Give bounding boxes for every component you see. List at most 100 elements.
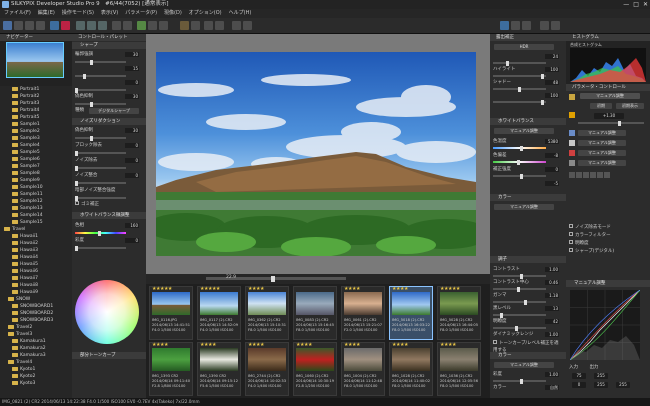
folder-item[interactable]: SNOW <box>0 296 72 303</box>
thumbnail-image[interactable] <box>152 348 190 371</box>
copy-param-icon[interactable] <box>511 21 520 30</box>
slider-knob[interactable] <box>519 145 523 151</box>
folder-item[interactable]: Hawaii4 <box>0 254 72 261</box>
folder-item[interactable]: Kamakura1 <box>0 338 72 345</box>
param-row-4[interactable]: マニュアル調整 <box>578 160 626 166</box>
tone-curve-graph[interactable] <box>570 290 640 360</box>
exposure-slider-1[interactable] <box>493 60 546 66</box>
folder-item[interactable]: Travel <box>0 226 72 233</box>
hue-slider[interactable] <box>75 230 126 236</box>
curve-input-value[interactable]: 75 <box>572 373 586 379</box>
slider-knob[interactable] <box>75 195 78 201</box>
view-single-icon[interactable] <box>76 21 85 30</box>
folder-item[interactable]: Kyoto3 <box>0 380 72 387</box>
check-row-2[interactable]: カラーフィルター <box>569 232 647 239</box>
check-row-3[interactable]: 明瞭度 <box>569 240 647 247</box>
thumbnail-item[interactable]: ★★★★ IMG_1393 CR2 2014/06/14 09:11:40 F2.8 … <box>149 342 193 396</box>
menu-edit[interactable]: 編集(E) <box>38 9 55 18</box>
slider-knob[interactable] <box>540 73 544 79</box>
folder-item[interactable]: Sample11 <box>0 191 72 198</box>
slider-knob[interactable] <box>519 378 523 384</box>
folder-item[interactable]: SNOWBOARD3 <box>0 317 72 324</box>
folder-item[interactable]: Portrait1 <box>0 86 72 93</box>
slider-knob[interactable] <box>517 159 521 165</box>
thumbnail-item[interactable]: ★★★★★ IMG_5028 (2).CR2 2014/06/13 16:44:05… <box>437 286 481 340</box>
tone-section[interactable]: 調子 <box>490 256 566 263</box>
exposure-icon[interactable] <box>569 112 575 118</box>
folder-item[interactable]: Kamakura3 <box>0 352 72 359</box>
slider-knob[interactable] <box>75 87 78 93</box>
open-folder-icon[interactable] <box>3 21 12 30</box>
contrast-center-slider[interactable] <box>493 286 546 292</box>
folder-item[interactable]: Hawaii2 <box>0 240 72 247</box>
curve-val-1[interactable]: 0 <box>572 382 586 388</box>
thumbnail-image[interactable] <box>392 292 430 315</box>
slider-knob[interactable] <box>505 60 509 66</box>
checkbox[interactable] <box>493 340 497 344</box>
tint-slider[interactable] <box>493 159 546 165</box>
folder-item[interactable]: Sample13 <box>0 205 72 212</box>
thumbnail-item[interactable]: ★★★★ IMG_1004 (2).CR2 2014/06/14 11:12:48 F… <box>341 342 385 396</box>
temperature-slider[interactable] <box>493 145 546 151</box>
zoom-out-icon[interactable] <box>215 21 224 30</box>
contrast-slider[interactable] <box>493 273 546 279</box>
noise-slider-4[interactable] <box>75 180 126 186</box>
folder-item[interactable]: Hawaii7 <box>0 275 72 282</box>
exposure-value[interactable]: +1.30 <box>594 113 624 119</box>
thumbnail-item[interactable]: ★★★★ IMG_5018 (2).CR2 2014/06/13 16:03:22 F… <box>389 286 433 340</box>
slider-knob[interactable] <box>519 273 523 279</box>
maximize-button[interactable]: □ <box>633 0 639 9</box>
menu-mode[interactable]: 操作モード(S) <box>62 9 94 18</box>
dust-check-row[interactable]: ゴミ補正 <box>75 201 143 208</box>
crop-icon[interactable] <box>137 21 146 30</box>
sharp-slider-1[interactable] <box>75 59 126 65</box>
folder-item[interactable]: Portrait3 <box>0 100 72 107</box>
noise-mode-row[interactable]: 暗部ノイズ整合強度 <box>75 187 143 194</box>
menu-parameter[interactable]: パラメータ(P) <box>125 9 157 18</box>
thumbnail-item[interactable]: ★★★★ IMG_0362 (2).CR2 2014/06/13 15:10:31 F… <box>245 286 289 340</box>
tone-curve-check-row[interactable]: トーンカーブ/レベル補正を適用する <box>493 340 563 353</box>
rotate-left-icon[interactable] <box>112 21 121 30</box>
folder-item[interactable]: SNOWBOARD2 <box>0 310 72 317</box>
folder-item[interactable]: Sample1 <box>0 121 72 128</box>
checkbox[interactable] <box>569 232 573 236</box>
folder-item[interactable]: Sample6 <box>0 156 72 163</box>
thumbnail-image[interactable] <box>440 348 478 371</box>
sharp-slider-4[interactable] <box>75 101 126 107</box>
wb-fine-section[interactable]: ホワイトバランス微調整 <box>72 212 146 219</box>
gamma-slider[interactable] <box>493 299 546 305</box>
folder-item[interactable]: Hawaii8 <box>0 282 72 289</box>
folder-item[interactable]: Sample10 <box>0 184 72 191</box>
folder-item[interactable]: Travel2 <box>0 324 72 331</box>
grid-toggle-icon[interactable] <box>191 21 200 30</box>
thumbnail-image[interactable] <box>392 348 430 371</box>
slider-knob[interactable] <box>75 165 78 171</box>
sharp-slider-2[interactable] <box>75 73 126 79</box>
slider-knob[interactable] <box>90 101 94 107</box>
curve-val-2[interactable]: 255 <box>594 382 608 388</box>
histogram-toggle-icon[interactable] <box>180 21 189 30</box>
slider-knob[interactable] <box>75 150 78 156</box>
spot-icon[interactable] <box>148 21 157 30</box>
menu-file[interactable]: ファイル(F) <box>4 9 31 18</box>
partial-tone-section[interactable]: 部分トーンカーブ <box>72 352 146 359</box>
thumbnail-item[interactable]: ★★★★★ IMG_0117 (2).CR2 2014/06/13 14:52:09… <box>197 286 241 340</box>
wb-mode-select[interactable]: マニュアル調整 <box>494 128 554 134</box>
thumbnail-item[interactable]: ★★★★ IMG_1060 (2).CR2 2014/06/14 10:30:19 F… <box>293 342 337 396</box>
paste-param-icon[interactable] <box>522 21 531 30</box>
exposure-slider-2[interactable] <box>493 73 546 79</box>
thumbnail-item[interactable]: ★★★★ IMG_1036 (2).CR2 2014/06/14 12:05:56 F… <box>437 342 481 396</box>
color2-section[interactable]: カラー <box>490 352 566 359</box>
compare-before-icon[interactable] <box>232 21 241 30</box>
thumbnail-item[interactable]: ★★★★ IMG_0061 (2).CR2 2014/06/13 15:21:07 F… <box>341 286 385 340</box>
menu-view[interactable]: 表示(V) <box>101 9 118 18</box>
thumbnail-image[interactable] <box>248 292 286 315</box>
taste-icon[interactable] <box>569 94 575 100</box>
folder-item[interactable]: Hawaii3 <box>0 247 72 254</box>
folder-item[interactable]: Kamakura2 <box>0 345 72 352</box>
folder-item[interactable]: Kyoto1 <box>0 366 72 373</box>
noise-slider-1[interactable] <box>75 135 126 141</box>
slider-knob[interactable] <box>90 135 94 141</box>
saturation2-slider[interactable] <box>493 378 546 384</box>
folder-item[interactable]: Hawaii1 <box>0 233 72 240</box>
